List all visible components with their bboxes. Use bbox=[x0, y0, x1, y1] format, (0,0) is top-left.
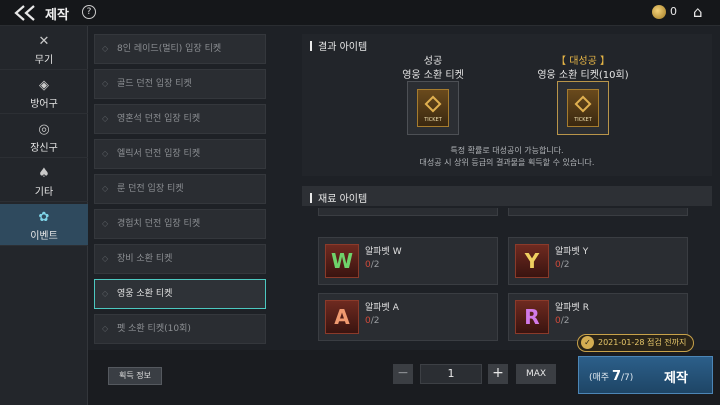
material-item[interactable]: Y 알파벳 Y 0/2 bbox=[508, 237, 688, 285]
list-item[interactable]: 엘릭서 던전 입장 티켓 bbox=[94, 139, 266, 169]
max-button[interactable]: MAX bbox=[516, 364, 556, 384]
material-item[interactable] bbox=[318, 208, 498, 216]
materials-list[interactable]: W 알파벳 W 0/2 Y 알파벳 Y 0/2 A 알파벳 A 0/2 R 알파… bbox=[302, 208, 712, 343]
list-item[interactable]: 경험치 던전 입장 티켓 bbox=[94, 209, 266, 239]
weekly-limit: (매주 7/7) bbox=[589, 369, 634, 384]
success-note-line2: 대성공 시 상위 등급의 결과물을 획득할 수 있습니다. bbox=[419, 158, 595, 167]
success-label: 성공 bbox=[423, 56, 443, 67]
success-note-line1: 특정 확률로 대성공이 가능합니다. bbox=[450, 146, 564, 155]
material-item[interactable] bbox=[508, 208, 688, 216]
material-count: 0/2 bbox=[365, 260, 380, 270]
list-item[interactable]: 펫 소환 티켓(10회) bbox=[94, 314, 266, 344]
letter-r-icon: R bbox=[515, 300, 549, 334]
deadline-text: 2021-01-28 점검 전까지 bbox=[598, 338, 687, 347]
list-item-selected[interactable]: 영웅 소환 티켓 bbox=[94, 279, 266, 309]
material-name: 알파벳 Y bbox=[555, 247, 589, 257]
great-success-item-name: 영웅 소환 티켓(10회) bbox=[537, 70, 629, 81]
coin-count: 0 bbox=[670, 5, 677, 18]
category-label: 무기 bbox=[34, 55, 54, 66]
home-icon[interactable]: ⌂ bbox=[693, 3, 703, 21]
list-item[interactable]: 장비 소환 티켓 bbox=[94, 244, 266, 274]
check-icon: ✓ bbox=[581, 336, 594, 349]
letter-w-icon: W bbox=[325, 244, 359, 278]
category-label: 장신구 bbox=[30, 143, 58, 154]
list-item[interactable]: 골드 던전 입장 티켓 bbox=[94, 69, 266, 99]
material-item[interactable]: W 알파벳 W 0/2 bbox=[318, 237, 498, 285]
list-item[interactable]: 룬 던전 입장 티켓 bbox=[94, 174, 266, 204]
letter-y-icon: Y bbox=[515, 244, 549, 278]
deadline-badge: ✓ 2021-01-28 점검 전까지 bbox=[577, 334, 694, 352]
ticket-icon: TICKET bbox=[567, 89, 599, 127]
material-item[interactable]: A 알파벳 A 0/2 bbox=[318, 293, 498, 341]
ticket-icon: TICKET bbox=[417, 89, 449, 127]
craft-label: 제작 bbox=[664, 371, 688, 386]
material-count: 0/2 bbox=[365, 316, 380, 326]
great-success-label: 【 대성공 】 bbox=[556, 56, 610, 67]
armor-icon: ◈ bbox=[39, 78, 49, 93]
top-bar: 제작 ? 0 ⌂ bbox=[0, 0, 720, 26]
crossed-swords-icon: ✕ bbox=[38, 34, 50, 49]
potion-icon: ♠ bbox=[38, 166, 50, 181]
category-label: 기타 bbox=[34, 187, 54, 198]
category-event[interactable]: ✿ 이벤트 bbox=[0, 204, 88, 246]
ring-icon: ◎ bbox=[38, 122, 50, 137]
category-label: 이벤트 bbox=[30, 231, 58, 242]
category-accessory[interactable]: ◎ 장신구 bbox=[0, 116, 88, 158]
acquire-info-button[interactable]: 획득 정보 bbox=[108, 367, 162, 385]
material-name: 알파벳 A bbox=[365, 303, 399, 313]
material-name: 알파벳 R bbox=[555, 303, 589, 313]
list-item[interactable]: 영혼석 던전 입장 티켓 bbox=[94, 104, 266, 134]
help-icon[interactable]: ? bbox=[82, 5, 96, 19]
event-icon: ✿ bbox=[38, 210, 50, 225]
material-count: 0/2 bbox=[555, 260, 570, 270]
category-label: 방어구 bbox=[30, 99, 58, 110]
increase-button[interactable]: + bbox=[488, 364, 508, 384]
list-item[interactable]: 8인 레이드(멀티) 입장 티켓 bbox=[94, 34, 266, 64]
category-etc[interactable]: ♠ 기타 bbox=[0, 160, 88, 202]
success-item-name: 영웅 소환 티켓 bbox=[402, 70, 464, 81]
decrease-button[interactable]: − bbox=[393, 364, 413, 384]
quantity-field[interactable]: 1 bbox=[420, 364, 482, 384]
category-weapon[interactable]: ✕ 무기 bbox=[0, 28, 88, 70]
back-arrow-icon[interactable] bbox=[10, 3, 40, 23]
result-heading: 결과 아이템 bbox=[310, 38, 367, 53]
coin-icon bbox=[652, 5, 666, 19]
recipe-list: 8인 레이드(멀티) 입장 티켓 골드 던전 입장 티켓 영혼석 던전 입장 티… bbox=[90, 30, 270, 350]
success-item-slot[interactable]: TICKET bbox=[407, 81, 459, 135]
material-count: 0/2 bbox=[555, 316, 570, 326]
page-title: 제작 bbox=[45, 8, 69, 23]
category-armor[interactable]: ◈ 방어구 bbox=[0, 72, 88, 114]
material-name: 알파벳 W bbox=[365, 247, 402, 257]
crafting-screen: 제작 ? 0 ⌂ ✕ 무기 ◈ 방어구 ◎ 장신구 ♠ 기타 ✿ 이벤트 8인 … bbox=[0, 0, 720, 405]
letter-a-icon: A bbox=[325, 300, 359, 334]
materials-heading: 재료 아이템 bbox=[310, 190, 367, 205]
category-sidebar: ✕ 무기 ◈ 방어구 ◎ 장신구 ♠ 기타 ✿ 이벤트 bbox=[0, 26, 88, 405]
craft-button[interactable]: (매주 7/7) 제작 bbox=[578, 356, 713, 394]
great-success-item-slot[interactable]: TICKET bbox=[557, 81, 609, 135]
